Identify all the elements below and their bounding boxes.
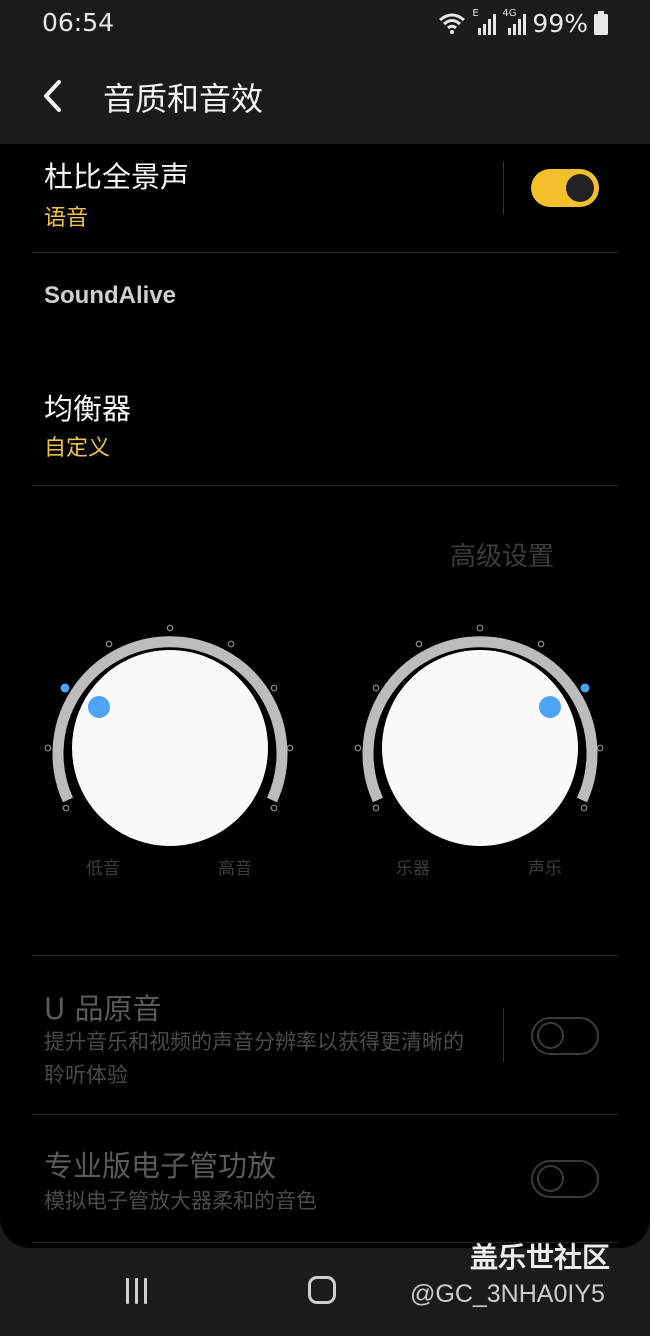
status-bar: 06:54 E 4G 99% xyxy=(0,0,650,48)
recents-button[interactable] xyxy=(126,1278,147,1304)
battery-percent: 99% xyxy=(532,8,588,38)
row-separator xyxy=(503,161,504,215)
dial-label-bass: 低音 xyxy=(86,859,120,879)
uhq-title: U 品原音 xyxy=(44,992,162,1026)
recents-icon xyxy=(126,1278,129,1304)
advanced-settings-link[interactable]: 高级设置 xyxy=(450,536,554,573)
chevron-left-icon xyxy=(44,80,61,112)
watermark-user: @GC_3NHA0IY5 xyxy=(410,1280,605,1308)
dial-label-instrument: 乐器 xyxy=(396,859,430,879)
divider xyxy=(32,485,618,486)
page-title: 音质和音效 xyxy=(103,80,264,118)
back-button[interactable] xyxy=(30,70,74,122)
settings-card: 杜比全景声 语音 SoundAlive 均衡器 自定义 高级设置 低音 高音 乐… xyxy=(0,144,650,1248)
recents-icon xyxy=(144,1278,147,1304)
wifi-icon xyxy=(439,13,466,34)
soundalive-header: SoundAlive xyxy=(44,282,177,309)
toggle-knob xyxy=(537,1165,564,1192)
dial-label-vocal: 声乐 xyxy=(528,859,562,879)
dial-label-treble: 高音 xyxy=(218,859,252,879)
equalizer-subtitle: 自定义 xyxy=(44,436,111,461)
dolby-subtitle: 语音 xyxy=(44,206,89,231)
status-icons: E 4G 99% xyxy=(438,8,608,38)
tube-amp-subtitle: 模拟电子管放大器柔和的音色 xyxy=(44,1189,317,1213)
dolby-row[interactable]: 杜比全景声 语音 xyxy=(0,144,650,252)
instrument-vocal-dial[interactable] xyxy=(330,604,630,864)
dolby-title: 杜比全景声 xyxy=(44,160,190,194)
uhq-toggle[interactable] xyxy=(531,1017,599,1055)
toggle-knob xyxy=(537,1022,564,1049)
app-bar: 音质和音效 xyxy=(0,48,650,144)
equalizer-title: 均衡器 xyxy=(44,392,132,426)
equalizer-row[interactable]: 均衡器 自定义 xyxy=(0,374,650,484)
tube-amp-title: 专业版电子管功放 xyxy=(44,1149,277,1183)
toggle-knob xyxy=(566,174,594,202)
battery-icon xyxy=(594,11,608,35)
signal-1-icon: E xyxy=(472,8,497,36)
divider xyxy=(32,252,618,253)
tube-amp-row[interactable]: 专业版电子管功放 模拟电子管放大器柔和的音色 xyxy=(0,1115,650,1243)
status-time: 06:54 xyxy=(42,8,115,37)
uhq-row[interactable]: U 品原音 提升音乐和视频的声音分辨率以获得更清晰的聆听体验 xyxy=(0,956,650,1114)
recents-icon xyxy=(135,1278,138,1304)
dolby-toggle[interactable] xyxy=(531,169,599,207)
uhq-subtitle: 提升音乐和视频的声音分辨率以获得更清晰的聆听体验 xyxy=(44,1030,464,1087)
watermark-title: 盖乐世社区 xyxy=(470,1241,611,1274)
tube-amp-toggle[interactable] xyxy=(531,1160,599,1198)
home-button[interactable] xyxy=(308,1276,336,1304)
bass-treble-dial[interactable] xyxy=(20,604,320,864)
row-separator xyxy=(503,1008,504,1062)
signal-2-icon: 4G xyxy=(502,8,527,36)
